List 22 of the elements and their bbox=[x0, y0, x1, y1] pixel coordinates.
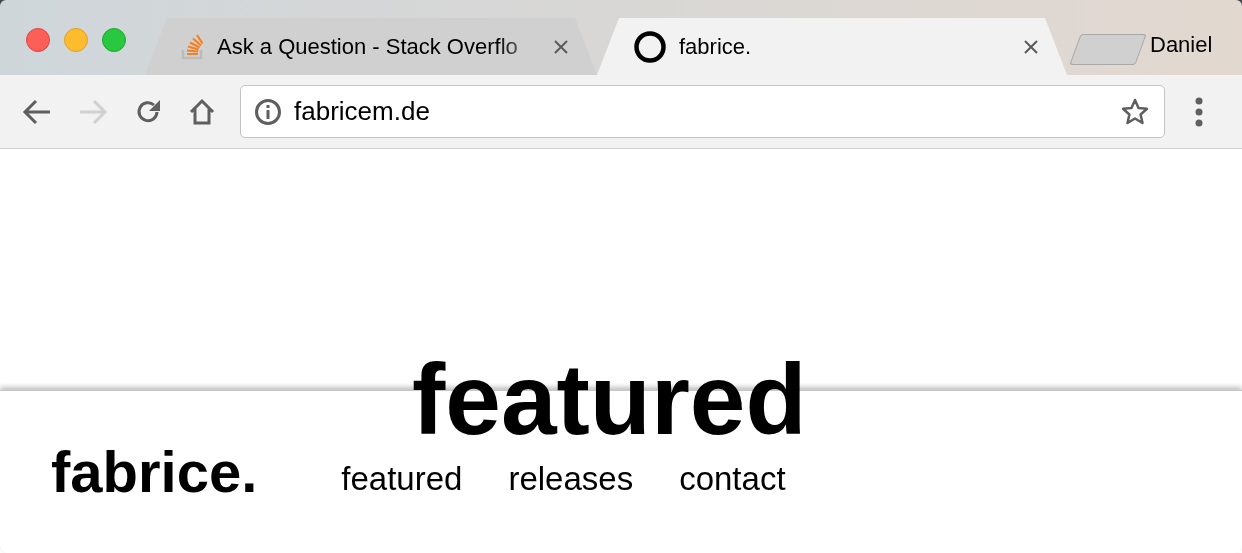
back-icon[interactable] bbox=[22, 98, 52, 125]
nav-link[interactable]: featured bbox=[341, 462, 463, 495]
page-heading: featured bbox=[412, 349, 807, 449]
stack-icon bbox=[181, 33, 205, 60]
browser-tab[interactable]: fabrice. bbox=[597, 18, 1067, 75]
menu-icon[interactable] bbox=[1195, 96, 1203, 127]
tab-title: fabrice. bbox=[679, 33, 753, 61]
profile-name[interactable]: Daniel bbox=[1150, 28, 1213, 61]
star-icon[interactable] bbox=[1120, 96, 1150, 127]
tab-title: Ask a Question - Stack Overflo bbox=[217, 33, 519, 61]
close-icon[interactable] bbox=[1023, 38, 1039, 55]
info-icon[interactable] bbox=[254, 97, 282, 126]
site-logo[interactable]: fabrice. bbox=[51, 443, 258, 501]
nav-link[interactable]: releases bbox=[508, 462, 634, 495]
url-text: fabricem.de bbox=[294, 95, 430, 128]
home-icon[interactable] bbox=[188, 97, 216, 126]
browser-tab[interactable]: Ask a Question - Stack Overflo bbox=[145, 18, 597, 75]
close-icon[interactable] bbox=[553, 38, 569, 55]
close-window-button[interactable] bbox=[26, 28, 50, 52]
address-bar[interactable]: fabricem.de bbox=[240, 85, 1165, 138]
nav-link[interactable]: contact bbox=[679, 462, 786, 495]
ring-icon bbox=[633, 29, 667, 64]
